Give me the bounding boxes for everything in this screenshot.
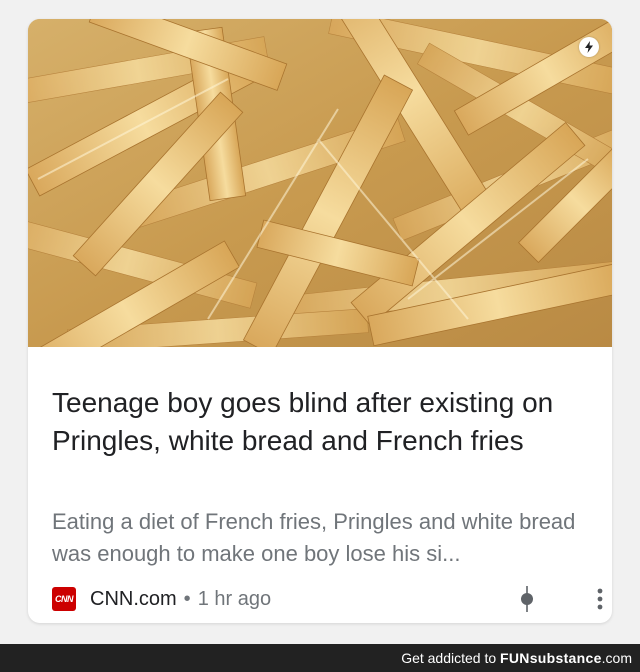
source-name: CNN.com [90, 587, 177, 610]
watermark-prefix: Get addicted to [401, 650, 501, 666]
lightning-bolt-icon [579, 37, 599, 57]
article-image[interactable] [28, 19, 612, 347]
cnn-logo-text: CNN [55, 594, 74, 604]
more-vertical-icon[interactable] [588, 586, 612, 612]
article-meta: CNN CNN.com • 1 hr ago [52, 586, 603, 612]
article-headline[interactable]: Teenage boy goes blind after existing on… [52, 384, 592, 460]
cnn-logo-icon: CNN [52, 587, 76, 611]
watermark-brand: FUNsubstance [500, 650, 602, 666]
publish-time: 1 hr ago [197, 587, 272, 610]
news-card[interactable]: Teenage boy goes blind after existing on… [28, 19, 612, 623]
article-snippet: Eating a diet of French fries, Pringles … [52, 509, 576, 566]
watermark-text: Get addicted to FUNsubstance.com [401, 649, 632, 667]
watermark-bar: Get addicted to FUNsubstance.com [0, 644, 640, 672]
meta-separator: • [183, 587, 191, 610]
watermark-suffix: .com [601, 650, 632, 666]
interest-control-icon[interactable] [515, 586, 539, 612]
